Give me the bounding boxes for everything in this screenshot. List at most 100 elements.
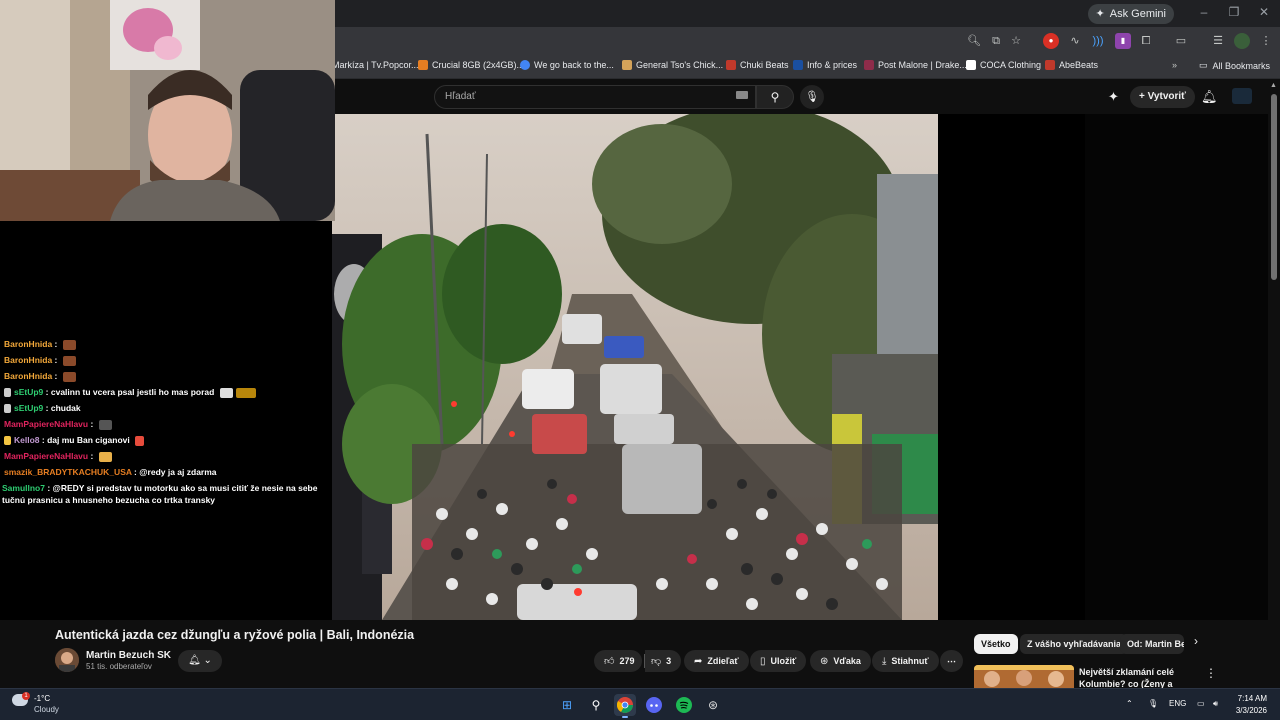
emote-image (62, 339, 76, 350)
profile-avatar[interactable] (1234, 33, 1250, 49)
recommended-menu-icon[interactable]: ⋮ (1205, 666, 1217, 680)
bookmark-item[interactable]: General Tso's Chick... (622, 60, 723, 70)
ai-sparkle-icon[interactable]: ✦ (1108, 89, 1119, 105)
bookmark-star-icon[interactable]: ☆ (1008, 33, 1024, 49)
chat-username: MamPapiereNaHlavu (4, 451, 89, 461)
extension-blue-icon[interactable]: ))) (1090, 33, 1106, 49)
share-button[interactable]: ➦ Zdieľať (684, 650, 749, 672)
more-actions-button[interactable]: ⋯ (940, 650, 963, 672)
dislike-button[interactable]: 👎︎ 3 (645, 650, 682, 672)
webcam-overlay (0, 0, 335, 221)
bookmark-item[interactable]: Markíza | Tv.Popcor... (332, 60, 419, 70)
all-bookmarks-button[interactable]: ▭ All Bookmarks (1199, 60, 1270, 71)
search-input[interactable]: Hľadať (434, 85, 756, 109)
chat-message: sEtUp9 : cvalinn tu vcera psal jestli ho… (4, 386, 256, 398)
bookmark-item[interactable]: Info & prices (793, 60, 857, 70)
chip-from-channel[interactable]: Od: Martin Bezuch (1120, 634, 1184, 654)
like-button[interactable]: 👍︎ 279 (594, 650, 643, 672)
subscription-bell-button[interactable]: 🔔︎ ⌄ (178, 650, 222, 672)
save-label: Uložiť (770, 656, 797, 666)
discord-icon[interactable] (643, 694, 665, 716)
voice-search-button[interactable]: 🎙︎ (800, 85, 824, 109)
recommended-video-thumbnail[interactable] (974, 665, 1074, 688)
install-app-icon[interactable]: ⧉ (988, 33, 1004, 49)
chat-message: MamPapiereNaHlavu : (4, 450, 112, 462)
bookmark-item[interactable]: Chuki Beats (726, 60, 789, 70)
scroll-up-icon[interactable]: ▲ (1270, 82, 1277, 89)
chat-username: BaronHnida (4, 355, 53, 365)
chat-message: smazik_BRADYTKACHUK_USA : @redy ja aj zd… (4, 467, 217, 477)
restore-icon[interactable]: ❐ (1226, 5, 1242, 19)
weather-temperature[interactable]: -1°C (34, 694, 50, 703)
bookmark-item[interactable]: Crucial 8GB (2x4GB)... (418, 60, 524, 70)
microphone-tray-icon[interactable]: 🎙︎ (1148, 699, 1158, 708)
gemini-icon: ✦ (1095, 8, 1105, 20)
spotify-logo (676, 697, 692, 713)
chat-username: Samullno7 (2, 483, 45, 493)
save-button[interactable]: ▯ Uložiť (750, 650, 807, 672)
weather-alert-badge: 1 (22, 692, 30, 700)
zoom-icon[interactable]: 🔍︎ (966, 33, 982, 49)
extensions-puzzle-icon[interactable]: ⧠ (1138, 33, 1154, 49)
plus-icon: + (1139, 91, 1148, 102)
bookmark-item[interactable]: We go back to the... (520, 60, 614, 70)
emote-image (135, 435, 145, 446)
bookmark-favicon (418, 60, 428, 70)
channel-name[interactable]: Martin Bezuch SK (86, 650, 171, 661)
scroll-thumb[interactable] (1271, 94, 1277, 280)
video-details: Autentická jazda cez džungľu a ryžové po… (0, 620, 1268, 701)
minimize-icon[interactable]: – (1196, 5, 1212, 19)
cast-icon[interactable]: ▭ (1173, 33, 1189, 49)
account-avatar[interactable] (1232, 88, 1252, 104)
channel-avatar[interactable] (55, 648, 79, 672)
bookmark-favicon (726, 60, 736, 70)
thanks-button[interactable]: ⊛ Vďaka (810, 650, 871, 672)
twitch-extension-icon[interactable]: ▮ (1115, 33, 1131, 49)
extension-grey-icon[interactable]: ∿ (1067, 33, 1083, 49)
spotify-icon[interactable] (673, 694, 695, 716)
secondary-column (1085, 114, 1268, 620)
browser-menu-icon[interactable]: ⋮ (1258, 33, 1274, 49)
download-icon: ⤓ (882, 656, 887, 667)
windows-taskbar: 1 -1°C Cloudy ⊞ ⚲ ⊛ ⌃ 🎙︎ ENG ▭ 🔊︎ 7:14 A… (0, 688, 1280, 720)
volume-icon[interactable]: 🔊︎ (1213, 699, 1218, 709)
input-language[interactable]: ENG (1169, 699, 1186, 708)
create-label: Vytvoriť (1147, 91, 1186, 102)
chat-message: sEtUp9 : chudak (4, 402, 81, 414)
chrome-icon[interactable] (614, 694, 636, 718)
thanks-icon: ⊛ (820, 656, 829, 667)
emote-image (98, 451, 112, 462)
bookmark-item[interactable]: AbeBeats (1045, 60, 1098, 70)
notifications-bell-icon[interactable]: 🔔︎ (1201, 89, 1218, 105)
download-button[interactable]: ⤓ Stiahnuť (872, 650, 939, 672)
ask-gemini-button[interactable]: ✦ Ask Gemini (1087, 4, 1174, 24)
like-count: 279 (619, 656, 635, 666)
search-icon: ⚲ (770, 90, 780, 104)
bookmark-item[interactable]: COCA Clothing (966, 60, 1041, 70)
chip-from-search[interactable]: Z vášho vyhľadávania (1020, 634, 1129, 654)
extension-red-icon[interactable]: ● (1043, 33, 1059, 49)
keyboard-icon[interactable] (736, 91, 748, 99)
network-icon[interactable]: ▭ (1197, 699, 1205, 708)
taskbar-search-icon[interactable]: ⚲ (585, 694, 607, 716)
streamer-webcam-frame (0, 0, 335, 221)
close-icon[interactable]: ✕ (1256, 5, 1272, 19)
reading-list-icon[interactable]: ☰ (1210, 33, 1226, 49)
chip-all[interactable]: Všetko (974, 634, 1018, 654)
chat-username: BaronHnida (4, 371, 53, 381)
bookmarks-overflow-icon[interactable]: » (1172, 60, 1177, 70)
chevron-right-icon[interactable]: › (1194, 634, 1198, 648)
bookmark-item[interactable]: Post Malone | Drake... (864, 60, 967, 70)
search-button[interactable]: ⚲ (756, 85, 794, 109)
windows-start-icon[interactable]: ⊞ (556, 694, 578, 716)
clock-time: 7:14 AM (1237, 694, 1267, 703)
page-scrollbar[interactable]: ▲ (1268, 80, 1280, 688)
system-clock[interactable]: 7:14 AM 3/3/2026 (1236, 693, 1267, 717)
chat-username: MamPapiereNaHlavu (4, 419, 89, 429)
mic-icon: 🎙︎ (805, 91, 819, 103)
player-black-area (938, 114, 1085, 620)
obs-app-icon[interactable]: ⊛ (702, 694, 724, 716)
create-button[interactable]: + Vytvoriť (1130, 86, 1195, 108)
tray-overflow-icon[interactable]: ⌃ (1126, 699, 1133, 708)
video-player[interactable] (332, 114, 938, 620)
